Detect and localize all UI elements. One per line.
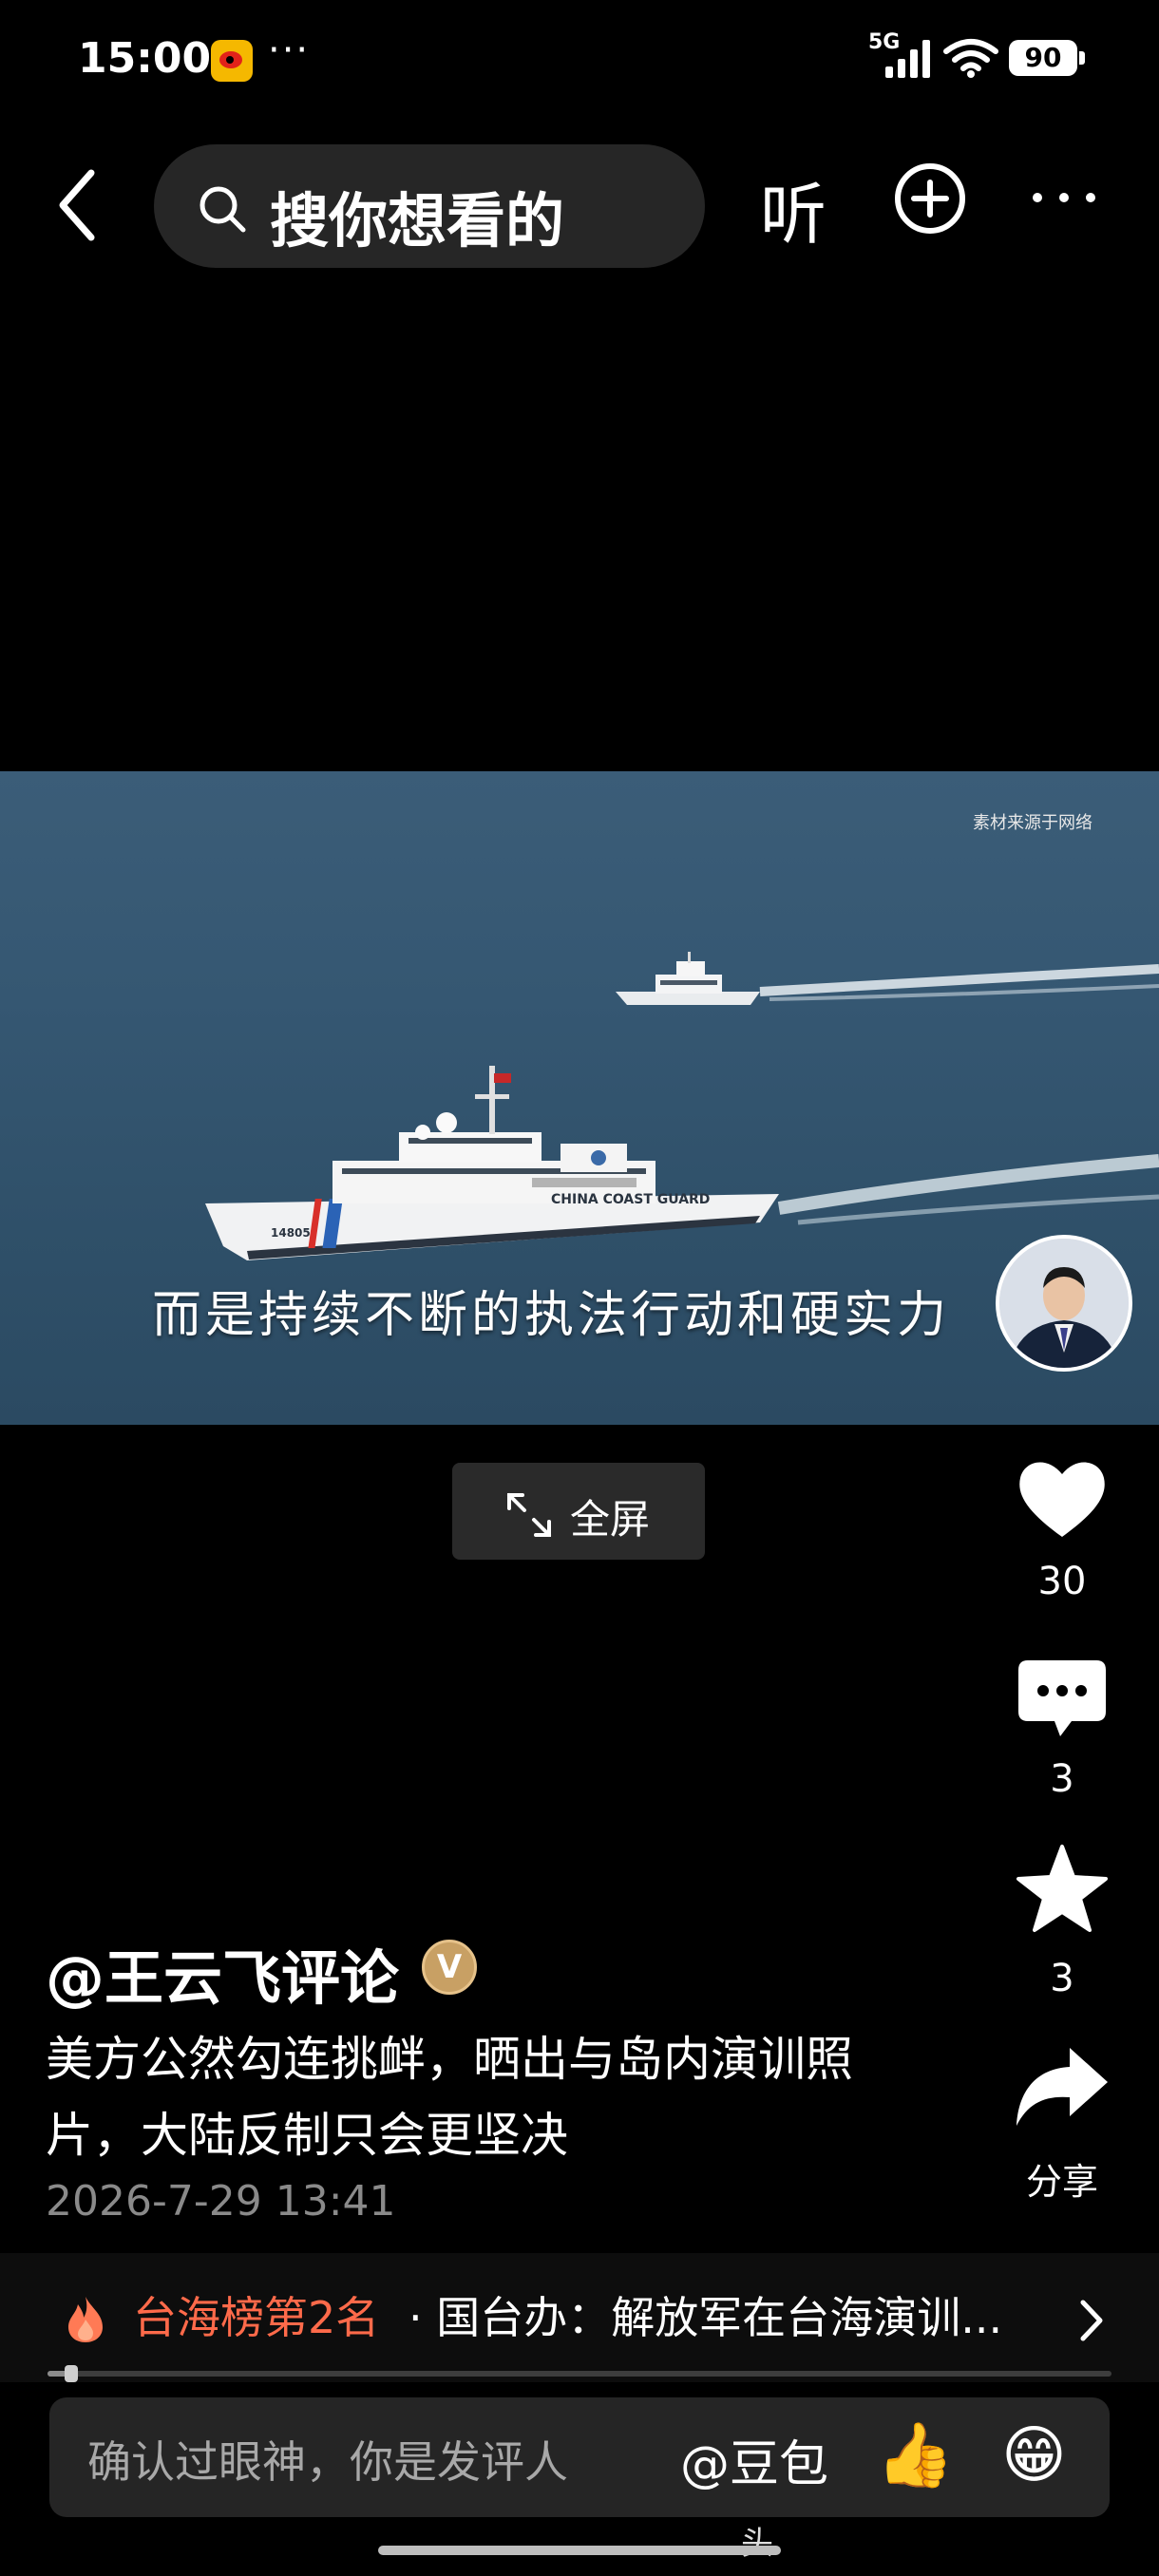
search-bar[interactable]: 搜你想看的	[154, 144, 705, 268]
comment-input-bar[interactable]: 确认过眼神，你是发评人 @豆包 👍 😁	[49, 2397, 1110, 2517]
listen-button[interactable]: 听	[760, 161, 826, 257]
mention-doubao-button[interactable]: @豆包	[680, 2424, 828, 2495]
post-timestamp: 2026-7-29 13:41	[46, 2177, 396, 2226]
author-name[interactable]: @王云飞评论	[46, 1930, 399, 2016]
trending-bar[interactable]: 台海榜第2名 · 国台办：解放军在台海演训...	[0, 2253, 1159, 2382]
video-watermark: 素材来源于网络	[973, 813, 1092, 833]
battery-indicator: 90	[1009, 40, 1085, 76]
back-button[interactable]	[49, 167, 106, 243]
verified-badge: V	[422, 1940, 477, 1995]
post-caption: 美方公然勾连挑衅，晒出与岛内演训照片，大陆反制只会更坚决	[46, 2032, 853, 2163]
share-arrow-icon[interactable]	[1015, 2044, 1110, 2131]
expand-icon	[507, 1493, 551, 1537]
video-progress-bar[interactable]	[48, 2365, 1112, 2382]
weibo-app-icon	[211, 40, 253, 82]
bottom-partial-text: 头	[741, 2525, 773, 2563]
fire-icon	[68, 2297, 103, 2342]
comment-placeholder[interactable]: 确认过眼神，你是发评人	[87, 2428, 568, 2491]
status-more-icon: ···	[268, 28, 311, 72]
search-icon	[200, 186, 246, 233]
add-circle-icon[interactable]	[893, 161, 967, 236]
share-label: 分享	[1025, 2161, 1098, 2203]
video-player[interactable]: CHINA COAST GUARD 14805 素材来源于网络 而是持续不断的执…	[0, 771, 1159, 1425]
grin-emoji[interactable]: 😁	[1001, 2418, 1067, 2491]
search-placeholder: 搜你想看的	[270, 186, 565, 256]
star-icon[interactable]	[1016, 1845, 1108, 1934]
progress-thumb[interactable]	[65, 2365, 79, 2382]
like-count: 30	[1037, 1560, 1087, 1603]
video-subtitle: 而是持续不断的执法行动和硬实力	[152, 1287, 951, 1344]
signal-icon	[885, 40, 930, 78]
svg-text:CHINA COAST GUARD: CHINA COAST GUARD	[551, 1192, 710, 1207]
presenter-avatar[interactable]	[996, 1235, 1132, 1372]
svg-text:14805: 14805	[271, 1226, 311, 1240]
wifi-icon	[943, 39, 998, 78]
status-time: 15:00	[78, 34, 212, 83]
heart-icon[interactable]	[1015, 1455, 1110, 1541]
trending-rank: 台海榜第2名	[133, 2292, 380, 2343]
comment-count: 3	[1050, 1757, 1074, 1801]
fullscreen-button[interactable]: 全屏	[452, 1463, 705, 1560]
home-indicator[interactable]	[378, 2546, 781, 2555]
fullscreen-label: 全屏	[570, 1496, 651, 1543]
coast-guard-ship: CHINA COAST GUARD 14805	[205, 1066, 779, 1260]
comment-bubble-icon[interactable]	[1016, 1657, 1108, 1742]
more-dots-icon[interactable]	[1026, 179, 1102, 217]
chevron-right-icon	[1080, 2300, 1103, 2341]
patrol-boat	[616, 952, 760, 1005]
favorite-count: 3	[1050, 1957, 1074, 2000]
thumbs-up-emoji[interactable]: 👍	[876, 2418, 954, 2492]
trending-topic: · 国台办：解放军在台海演训...	[408, 2292, 1003, 2343]
